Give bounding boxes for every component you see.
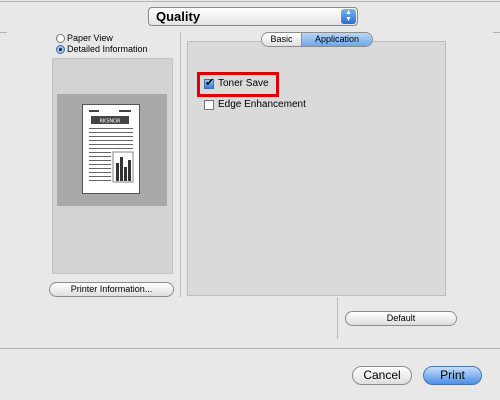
tab-basic[interactable]: Basic: [262, 33, 302, 46]
paper-preview-icon: RKSNOR: [82, 104, 140, 194]
quality-dropdown-value: Quality: [156, 9, 201, 24]
top-divider: [0, 1, 500, 2]
edge-enhancement-label: Edge Enhancement: [218, 99, 306, 110]
printer-information-button[interactable]: Printer Information...: [49, 282, 174, 297]
updown-arrows-icon: ▲ ▼: [341, 9, 356, 24]
detailed-information-radio[interactable]: [56, 45, 65, 54]
default-button[interactable]: Default: [345, 311, 457, 326]
edge-enhancement-checkbox[interactable]: [204, 100, 214, 110]
frame-line-right: [493, 32, 500, 33]
highlight-box: [197, 72, 279, 97]
cancel-button[interactable]: Cancel: [352, 366, 412, 385]
bottom-divider: [0, 348, 500, 349]
print-button[interactable]: Print: [423, 366, 482, 385]
frame-line-left: [0, 32, 7, 33]
bottom-vertical-divider: [337, 297, 338, 339]
tab-application[interactable]: Application: [302, 33, 372, 46]
tab-bar: Basic Application: [261, 32, 373, 47]
paper-view-label: Paper View: [67, 33, 113, 43]
page-preview: RKSNOR: [57, 94, 167, 206]
document-graphic: RKSNOR: [89, 110, 134, 183]
preview-heading: RKSNOR: [99, 119, 121, 125]
detailed-information-label: Detailed Information: [67, 44, 148, 54]
panel-divider: [180, 32, 181, 297]
paper-view-radio[interactable]: [56, 34, 65, 43]
quality-dropdown[interactable]: Quality ▲ ▼: [148, 7, 358, 26]
